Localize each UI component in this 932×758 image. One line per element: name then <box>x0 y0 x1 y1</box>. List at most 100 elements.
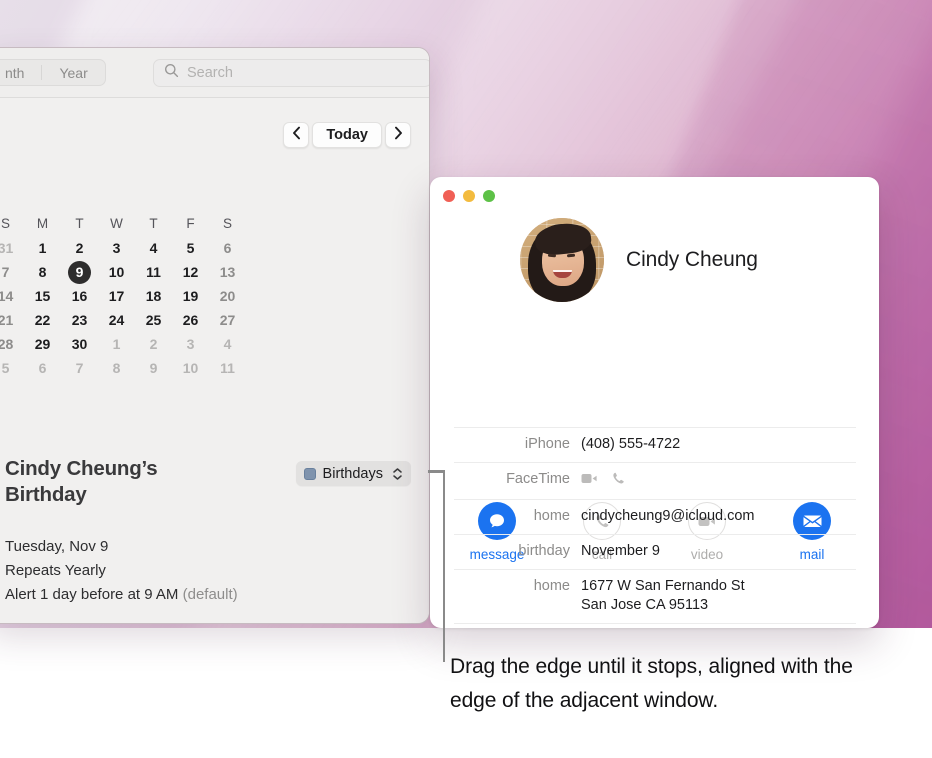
phone-handset-icon[interactable] <box>611 471 626 491</box>
zoom-button[interactable] <box>483 190 495 202</box>
day-cell-8[interactable]: 8 <box>24 260 61 284</box>
field-row-iphone[interactable]: iPhone (408) 555-4722 <box>454 427 856 463</box>
callout-vertical-line <box>442 470 445 662</box>
week-row: 21222324252627 <box>0 308 267 332</box>
day-cell-4[interactable]: 4 <box>209 332 246 356</box>
callout-caption: Drag the edge until it stops, aligned wi… <box>450 655 853 712</box>
day-cell-5[interactable]: 5 <box>0 356 24 380</box>
day-cell-2[interactable]: 2 <box>61 236 98 260</box>
chevron-up-down-icon <box>393 467 402 480</box>
day-cell-9[interactable]: 9 <box>61 260 98 284</box>
day-cell-24[interactable]: 24 <box>98 308 135 332</box>
field-value: (408) 555-4722 <box>581 435 680 454</box>
field-value: 1677 W San Fernando St San Jose CA 95113 <box>581 577 745 615</box>
event-repeat-line: Repeats Yearly <box>5 562 106 579</box>
contact-card-window[interactable]: Cindy Cheung message call video mail iPh… <box>430 177 879 628</box>
day-cell-27[interactable]: 27 <box>209 308 246 332</box>
calendar-window[interactable]: nth Year Search Today S M T W T F S 1 1 … <box>0 47 430 624</box>
day-cell-10[interactable]: 10 <box>98 260 135 284</box>
day-cell-22[interactable]: 22 <box>24 308 61 332</box>
day-cell-11[interactable]: 11 <box>135 260 172 284</box>
day-cell-26[interactable]: 26 <box>172 308 209 332</box>
day-cell-18[interactable]: 18 <box>135 284 172 308</box>
day-cell-23[interactable]: 23 <box>61 308 98 332</box>
day-cell-10[interactable]: 10 <box>172 356 209 380</box>
day-cell-6[interactable]: 6 <box>24 356 61 380</box>
weekday-header-3: W <box>110 216 123 231</box>
day-cell-31[interactable]: 31 <box>0 236 24 260</box>
field-row-birthday[interactable]: birthday November 9 <box>454 535 856 570</box>
field-row-home[interactable]: home 1677 W San Fernando St San Jose CA 95… <box>454 570 856 624</box>
calendar-color-swatch <box>303 467 316 480</box>
day-cell-8[interactable]: 8 <box>98 356 135 380</box>
field-row-facetime[interactable]: FaceTime <box>454 463 856 500</box>
day-cell-15[interactable]: 15 <box>24 284 61 308</box>
event-title: Cindy Cheung’s Birthday <box>5 457 158 506</box>
day-cell-13[interactable]: 13 <box>209 260 246 284</box>
view-segmented-control[interactable]: nth Year <box>0 59 106 86</box>
day-cell-14[interactable]: 14 <box>0 284 24 308</box>
event-date-line: Tuesday, Nov 9 <box>5 538 109 555</box>
event-calendar-popup[interactable]: Birthdays <box>295 461 411 486</box>
field-value-line: San Jose CA 95113 <box>581 597 709 613</box>
day-cell-1[interactable]: 1 <box>24 236 61 260</box>
day-cell-11[interactable]: 11 <box>209 356 246 380</box>
segment-month[interactable]: nth <box>0 60 41 85</box>
field-value: November 9 <box>581 542 660 561</box>
day-cell-17[interactable]: 17 <box>98 284 135 308</box>
day-cell-20[interactable]: 20 <box>209 284 246 308</box>
contact-header: Cindy Cheung <box>430 218 879 302</box>
close-button[interactable] <box>443 190 455 202</box>
weekday-header-row: SMTWTFS <box>0 211 267 236</box>
day-cell-25[interactable]: 25 <box>135 308 172 332</box>
day-cell-7[interactable]: 7 <box>0 260 24 284</box>
window-traffic-lights <box>443 190 495 202</box>
calendar-body: Today SMTWTFS311234567891011121314151617… <box>0 98 429 623</box>
event-alert-text: Alert 1 day before at 9 AM <box>5 586 179 603</box>
today-button[interactable]: Today <box>312 122 382 148</box>
day-cell-4[interactable]: 4 <box>135 236 172 260</box>
event-alert-default: (default) <box>182 586 238 603</box>
prev-button[interactable] <box>283 122 310 148</box>
day-cell-2[interactable]: 2 <box>135 332 172 356</box>
event-alert-line: Alert 1 day before at 9 AM (default) <box>5 583 238 607</box>
field-label: birthday <box>518 543 570 559</box>
field-value: cindycheung9@icloud.com <box>581 507 755 526</box>
month-grid[interactable]: SMTWTFS311234567891011121314151617181920… <box>0 211 267 380</box>
day-cell-28[interactable]: 28 <box>0 332 24 356</box>
day-cell-6[interactable]: 6 <box>209 236 246 260</box>
day-cell-29[interactable]: 29 <box>24 332 61 356</box>
field-row-home[interactable]: home cindycheung9@icloud.com <box>454 500 856 535</box>
weekday-header-1: M <box>36 216 49 231</box>
weekday-header-5: F <box>186 216 195 231</box>
week-row: 7 8 9 10 11 12 13 <box>0 260 267 284</box>
contact-name: Cindy Cheung <box>626 248 758 271</box>
day-cell-30[interactable]: 30 <box>61 332 98 356</box>
day-cell-16[interactable]: 16 <box>61 284 98 308</box>
day-cell-3[interactable]: 3 <box>172 332 209 356</box>
contact-fields: iPhone (408) 555-4722 FaceTime home cindyche… <box>454 427 856 624</box>
today-highlight: 9 <box>68 260 91 284</box>
week-row: 2829301234 <box>0 332 267 356</box>
next-button[interactable] <box>385 122 411 148</box>
day-cell-3[interactable]: 3 <box>98 236 135 260</box>
field-value-line: 1677 W San Fernando St <box>581 578 745 594</box>
field-value-line: November 9 <box>581 543 660 559</box>
day-cell-19[interactable]: 19 <box>172 284 209 308</box>
calendar-toolbar: nth Year Search <box>0 48 429 98</box>
day-cell-12[interactable]: 12 <box>172 260 209 284</box>
screenshot-stage: nth Year Search Today S M T W T F S 1 1 … <box>0 0 932 758</box>
field-value-line: cindycheung9@icloud.com <box>581 508 755 524</box>
day-cell-21[interactable]: 21 <box>0 308 24 332</box>
day-cell-1[interactable]: 1 <box>98 332 135 356</box>
video-camera-icon[interactable] <box>581 472 599 490</box>
search-field[interactable]: Search <box>153 59 429 87</box>
day-cell-5[interactable]: 5 <box>172 236 209 260</box>
minimize-button[interactable] <box>463 190 475 202</box>
field-label: home <box>533 508 570 524</box>
day-cell-9[interactable]: 9 <box>135 356 172 380</box>
chevron-right-icon <box>394 126 403 145</box>
week-row: 5 6 7 8 9 10 11 <box>0 356 267 380</box>
day-cell-7[interactable]: 7 <box>61 356 98 380</box>
segment-year[interactable]: Year <box>42 60 104 85</box>
